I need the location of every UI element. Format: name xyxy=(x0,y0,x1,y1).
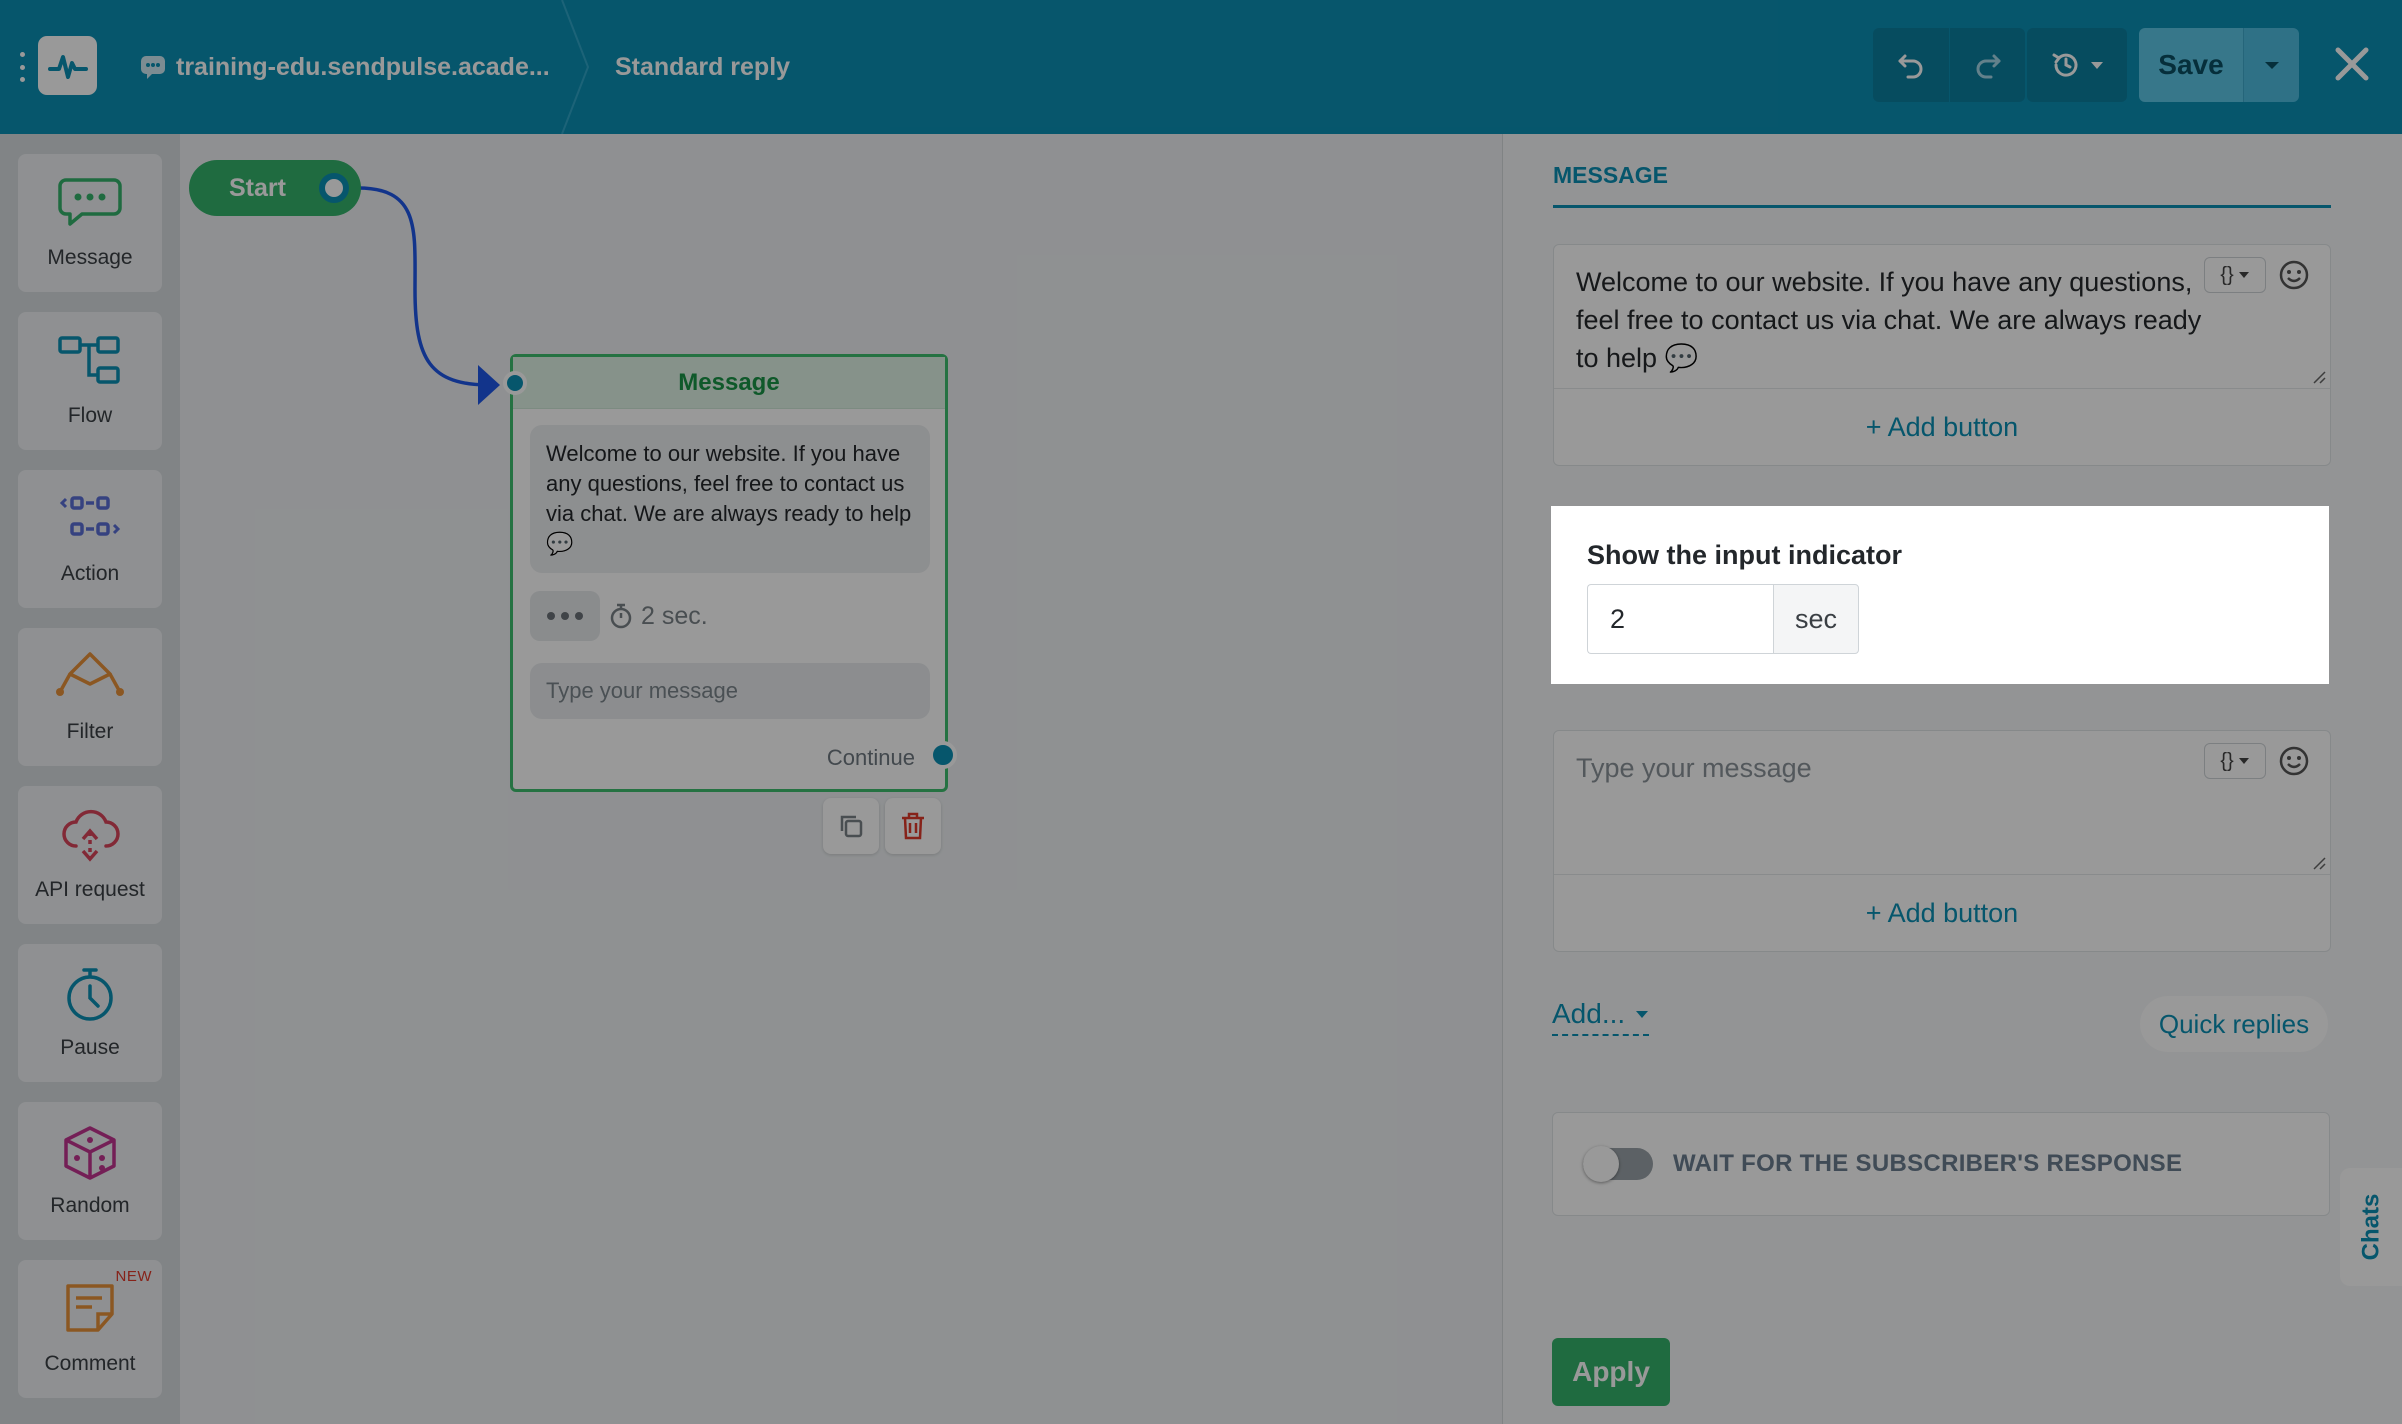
add-button-1[interactable]: + Add button xyxy=(1554,389,2330,465)
settings-panel: MESSAGE Welcome to our website. If you h… xyxy=(1502,134,2402,1424)
node-input-port[interactable] xyxy=(503,371,527,395)
wait-response-label: WAIT FOR THE SUBSCRIBER'S RESPONSE xyxy=(1673,1150,2183,1177)
add-content-dropdown[interactable]: Add... xyxy=(1552,998,1650,1036)
caret-down-icon xyxy=(1636,1010,1649,1018)
message-textarea[interactable]: Welcome to our website. If you have any … xyxy=(1554,245,2330,389)
variables-button[interactable]: {} xyxy=(2204,257,2266,293)
node-input-placeholder: Type your message xyxy=(530,663,930,719)
quick-replies-button[interactable]: Quick replies xyxy=(2140,996,2328,1052)
message-placeholder: Type your message xyxy=(1576,753,1812,783)
wait-response-card: WAIT FOR THE SUBSCRIBER'S RESPONSE xyxy=(1552,1112,2330,1216)
resize-handle-icon[interactable] xyxy=(2310,368,2326,384)
message-card: Welcome to our website. If you have any … xyxy=(1553,244,2331,466)
input-indicator-seconds-field[interactable]: 2 xyxy=(1587,584,1773,654)
input-indicator-block: Show the input indicator 2 sec xyxy=(1551,506,2329,684)
variables-button[interactable]: {} xyxy=(2204,743,2266,779)
variables-label: {} xyxy=(2220,264,2234,286)
node-delay-text: 2 sec. xyxy=(641,601,708,630)
trash-icon xyxy=(902,812,924,840)
message-textarea-2[interactable]: Type your message {} xyxy=(1554,731,2330,875)
resize-handle-icon[interactable] xyxy=(2310,854,2326,870)
continue-label: Continue xyxy=(826,745,915,770)
tab-message[interactable]: MESSAGE xyxy=(1553,162,2331,208)
node-output-port[interactable] xyxy=(929,741,957,769)
caret-down-icon xyxy=(2238,758,2249,764)
chats-tab[interactable]: Chats xyxy=(2340,1168,2402,1286)
node-title: Message xyxy=(513,357,945,409)
wait-response-toggle[interactable] xyxy=(1583,1146,1653,1182)
input-indicator-unit: sec xyxy=(1773,584,1859,654)
message-node[interactable]: Message Welcome to our website. If you h… xyxy=(503,354,957,792)
duplicate-node-button[interactable] xyxy=(823,798,879,854)
variables-label: {} xyxy=(2220,750,2234,772)
delete-node-button[interactable] xyxy=(885,798,941,854)
input-indicator-title: Show the input indicator xyxy=(1587,540,1902,570)
node-message-bubble: Welcome to our website. If you have any … xyxy=(530,425,930,573)
start-node[interactable]: Start xyxy=(189,160,361,216)
message-text: Welcome to our website. If you have any … xyxy=(1576,267,2202,373)
apply-button[interactable]: Apply xyxy=(1552,1338,1670,1406)
start-label: Start xyxy=(229,173,286,202)
caret-down-icon xyxy=(2238,272,2249,278)
add-content-label: Add... xyxy=(1552,998,1626,1029)
message-card-2: Type your message {} + Add button xyxy=(1553,730,2331,952)
node-delay: 2 sec. xyxy=(609,593,708,639)
emoji-icon[interactable] xyxy=(2278,259,2310,291)
copy-icon xyxy=(840,815,863,838)
emoji-icon[interactable] xyxy=(2278,745,2310,777)
typing-indicator-icon xyxy=(530,591,600,641)
start-output-port[interactable] xyxy=(319,173,349,203)
chats-label: Chats xyxy=(2357,1193,2384,1261)
node-actions xyxy=(823,798,941,854)
add-button-2[interactable]: + Add button xyxy=(1554,875,2330,951)
timer-icon xyxy=(610,603,632,629)
